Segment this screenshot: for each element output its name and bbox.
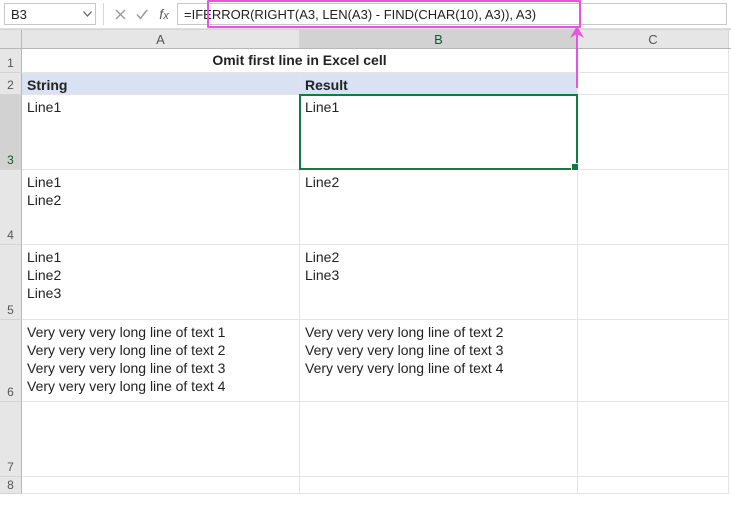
worksheet-grid: 1 Omit first line in Excel cell 2 String… <box>0 49 731 494</box>
cell-c8[interactable] <box>578 477 729 494</box>
enter-icon[interactable] <box>133 3 151 25</box>
cell-a8[interactable] <box>22 477 300 494</box>
column-header-b[interactable]: B <box>300 30 578 48</box>
row-header[interactable]: 5 <box>0 245 22 320</box>
select-all-corner[interactable] <box>0 30 22 48</box>
cell-b5[interactable]: Line2 Line3 <box>300 245 578 320</box>
cell-c3[interactable] <box>578 95 729 170</box>
formula-bar-value: =IFERROR(RIGHT(A3, LEN(A3) - FIND(CHAR(1… <box>184 7 536 22</box>
row-header[interactable]: 4 <box>0 170 22 245</box>
insert-function-icon[interactable]: fx <box>155 3 173 25</box>
separator <box>103 3 104 25</box>
row-header[interactable]: 2 <box>0 73 22 95</box>
cell-c6[interactable] <box>578 320 729 402</box>
cancel-icon[interactable] <box>111 3 129 25</box>
row-header[interactable]: 1 <box>0 49 22 73</box>
cell-a2[interactable]: String <box>22 73 300 95</box>
cell-b4[interactable]: Line2 <box>300 170 578 245</box>
name-box-value: B3 <box>5 7 79 22</box>
cell-b8[interactable] <box>300 477 578 494</box>
formula-bar-row: B3 fx =IFERROR(RIGHT(A3, LEN(A3) - FIND(… <box>0 0 731 28</box>
cell-a1[interactable]: Omit first line in Excel cell <box>22 49 578 73</box>
cell-c1[interactable] <box>578 49 729 73</box>
cell-a4[interactable]: Line1 Line2 <box>22 170 300 245</box>
cell-a3[interactable]: Line1 <box>22 95 300 170</box>
name-box[interactable]: B3 <box>4 3 96 25</box>
row-header[interactable]: 3 <box>0 95 22 170</box>
cell-b7[interactable] <box>300 402 578 477</box>
chevron-down-icon[interactable] <box>79 4 95 24</box>
cell-a7[interactable] <box>22 402 300 477</box>
cell-c7[interactable] <box>578 402 729 477</box>
cell-c5[interactable] <box>578 245 729 320</box>
column-header-a[interactable]: A <box>22 30 300 48</box>
formula-bar[interactable]: =IFERROR(RIGHT(A3, LEN(A3) - FIND(CHAR(1… <box>177 3 727 25</box>
row-header[interactable]: 8 <box>0 477 22 494</box>
row-header[interactable]: 7 <box>0 402 22 477</box>
column-headers: A B C <box>0 29 731 49</box>
cell-c2[interactable] <box>578 73 729 95</box>
row-header[interactable]: 6 <box>0 320 22 402</box>
cell-a5[interactable]: Line1 Line2 Line3 <box>22 245 300 320</box>
cell-b2[interactable]: Result <box>300 73 578 95</box>
cell-c4[interactable] <box>578 170 729 245</box>
cell-a6[interactable]: Very very very long line of text 1 Very … <box>22 320 300 402</box>
cell-b3[interactable]: Line1 <box>300 95 578 170</box>
column-header-c[interactable]: C <box>578 30 729 48</box>
cell-b6[interactable]: Very very very long line of text 2 Very … <box>300 320 578 402</box>
